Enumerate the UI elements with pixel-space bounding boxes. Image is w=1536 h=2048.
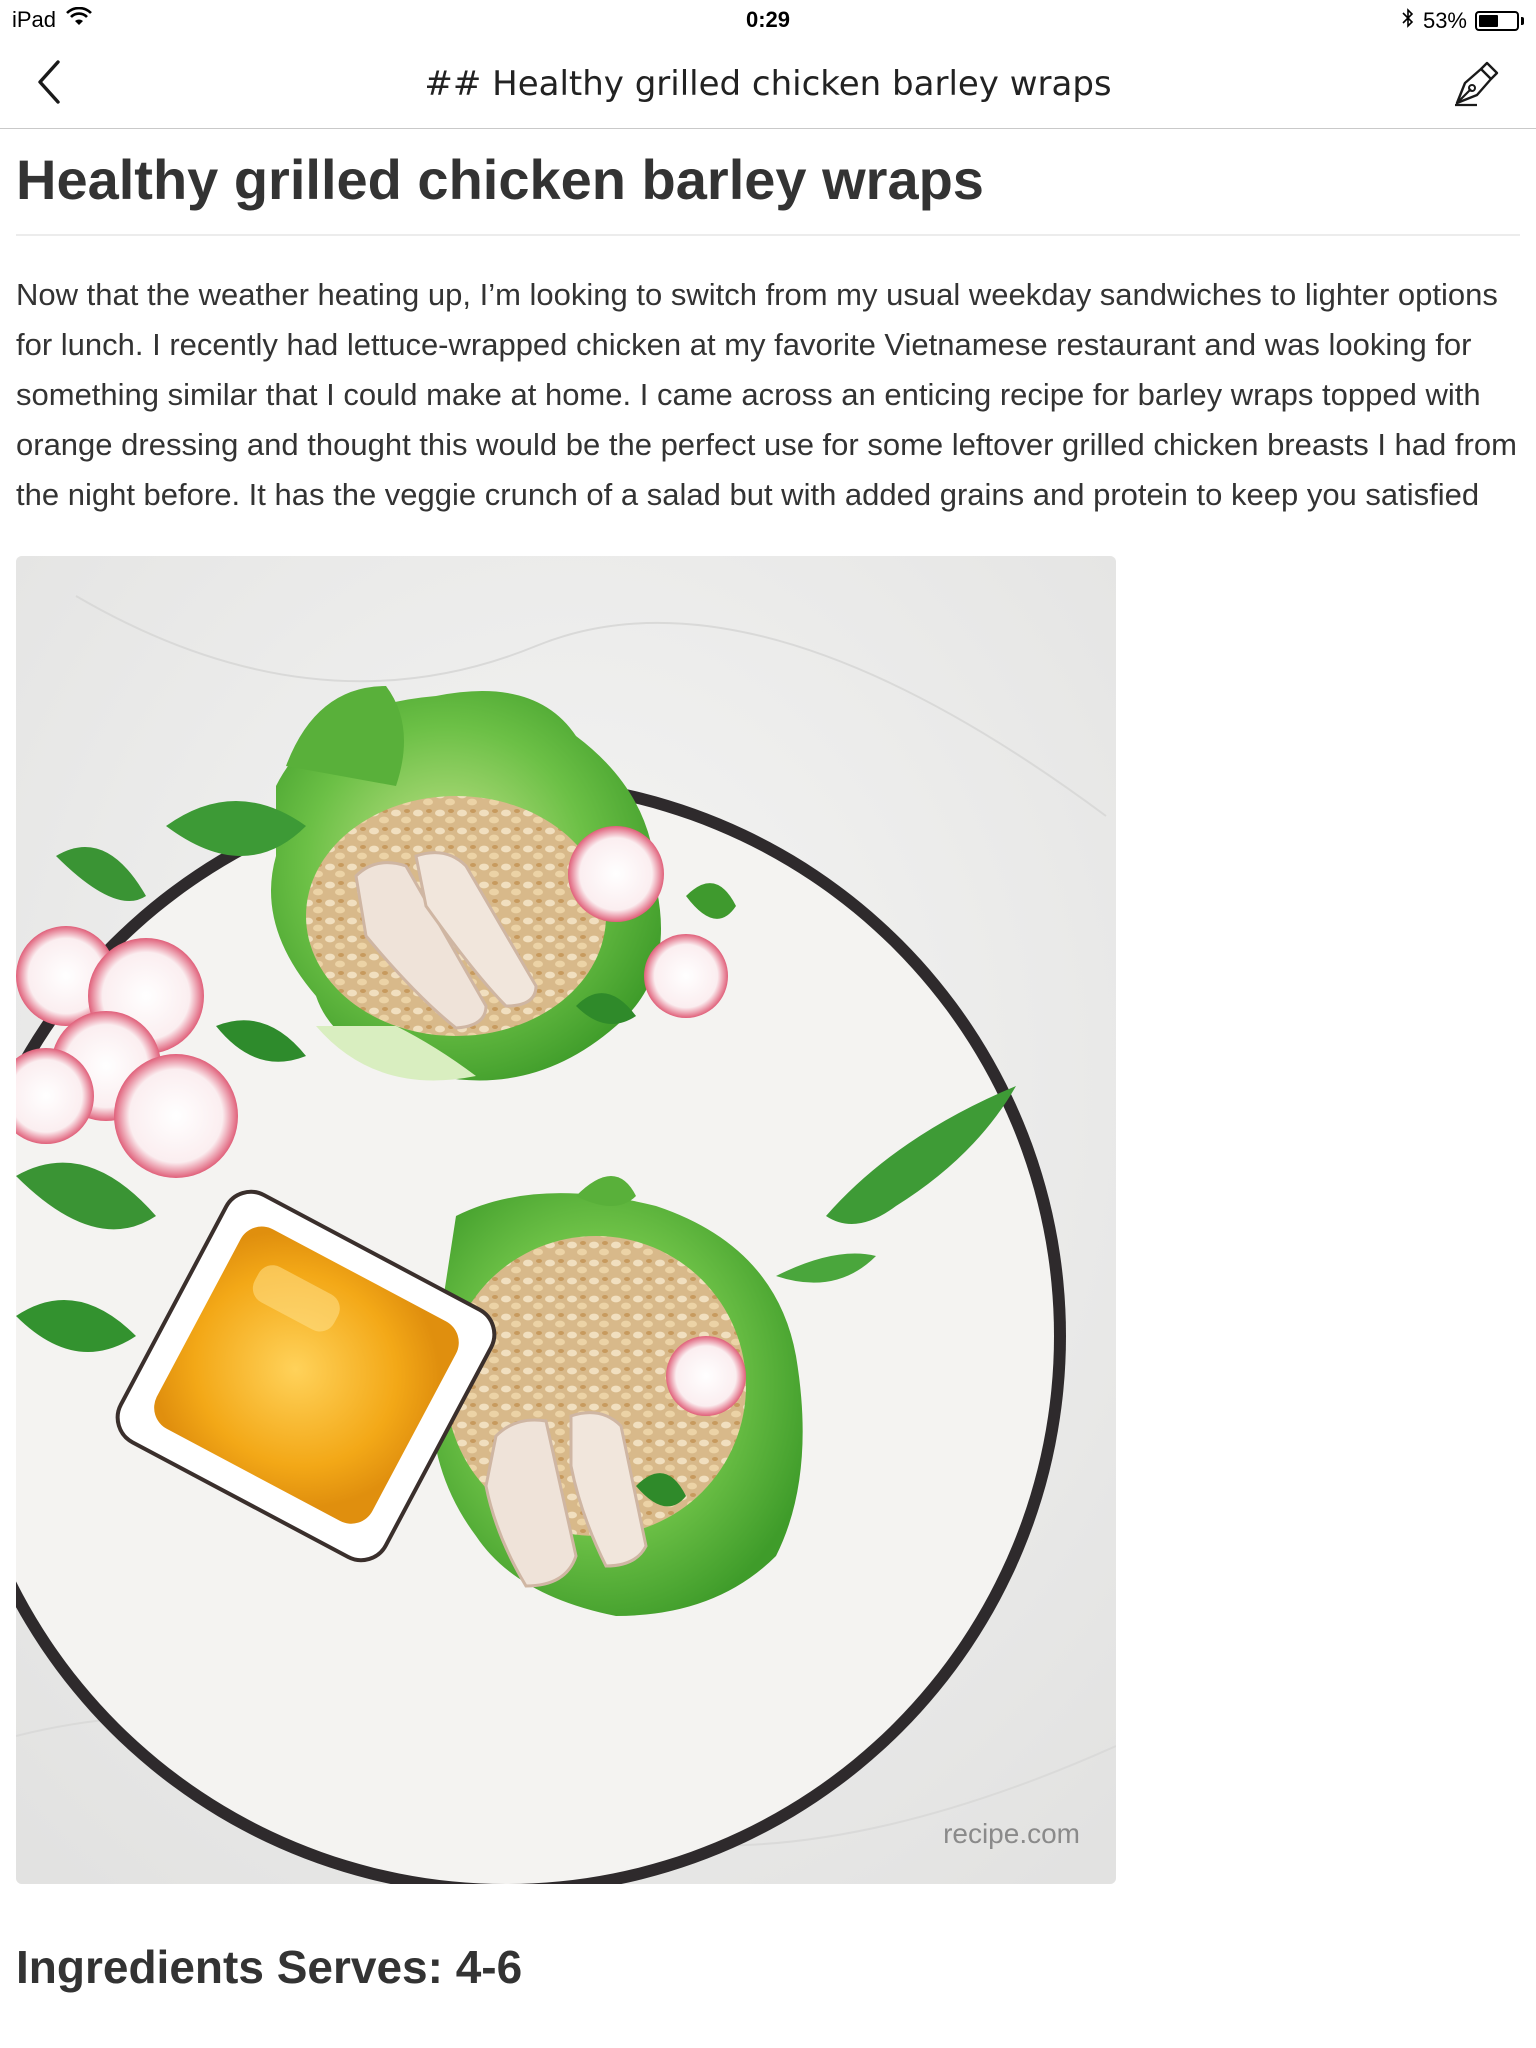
navigation-bar: ## Healthy grilled chicken barley wraps xyxy=(0,40,1536,129)
photo-watermark: recipe.com xyxy=(943,1818,1080,1849)
back-button[interactable] xyxy=(22,54,78,110)
recipe-photo: recipe.com xyxy=(16,556,1116,1884)
article-title: Healthy grilled chicken barley wraps xyxy=(16,148,984,211)
battery-icon xyxy=(1475,11,1519,31)
nav-title: ## Healthy grilled chicken barley wraps xyxy=(424,64,1112,104)
edit-button[interactable] xyxy=(1446,54,1506,114)
ingredients-heading: Ingredients Serves: 4-6 xyxy=(16,1941,523,1993)
pen-nib-icon xyxy=(1455,61,1499,107)
status-time: 0:29 xyxy=(745,7,791,32)
status-bar: iPad 0:29 53% xyxy=(0,0,1536,40)
status-right: 53% xyxy=(1401,7,1524,35)
chevron-left-icon xyxy=(38,60,60,104)
recipe-photo-illustration xyxy=(16,556,1116,1884)
article-body: Now that the weather heating up, I’m loo… xyxy=(16,277,1517,512)
battery-level-fill xyxy=(1479,15,1499,27)
article-content: Healthy grilled chicken barley wraps Now… xyxy=(16,128,1520,1994)
battery-percent: 53% xyxy=(1422,8,1467,33)
title-divider xyxy=(16,234,1520,236)
battery-tip xyxy=(1521,17,1524,25)
bluetooth-icon xyxy=(1401,7,1415,35)
